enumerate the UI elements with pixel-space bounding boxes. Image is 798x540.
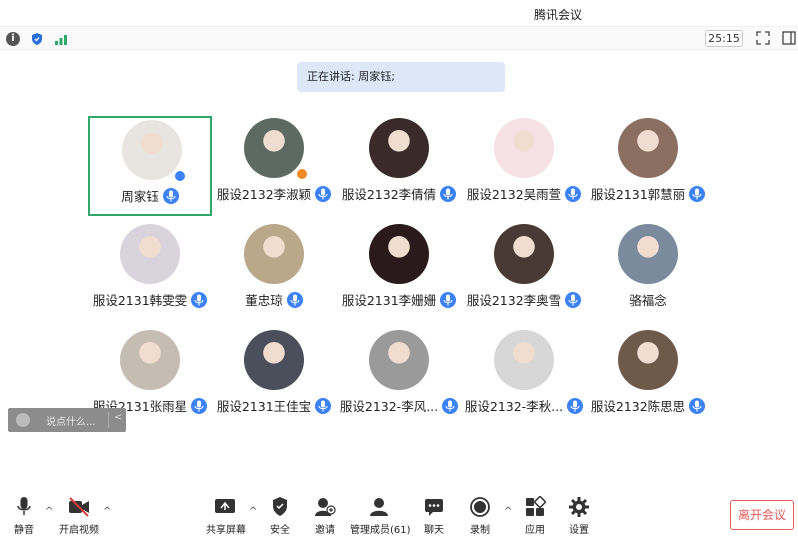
avatar bbox=[120, 224, 180, 284]
info-icon[interactable]: i bbox=[6, 32, 20, 46]
participant-name: 服设2132-李秋... bbox=[464, 399, 564, 414]
chat-button[interactable]: 聊天 bbox=[422, 496, 446, 536]
avatar bbox=[618, 330, 678, 390]
share-label: 共享屏幕 bbox=[206, 525, 246, 536]
participant-name: 周家钰 bbox=[121, 189, 159, 204]
title-bar: 腾讯会议 bbox=[0, 0, 798, 26]
shield-icon bbox=[273, 497, 287, 516]
record-button[interactable]: 录制 bbox=[468, 496, 492, 536]
share-screen-icon bbox=[215, 499, 235, 513]
bottom-toolbar: 静音 ^ 开启视频 ^ 共享屏幕 ^ 安全 邀请 管理成员(61) 聊天 录制 … bbox=[0, 492, 798, 540]
apps-icon bbox=[526, 496, 546, 516]
avatar bbox=[120, 330, 180, 390]
participant-name: 服设2132李奥雪 bbox=[466, 293, 562, 308]
chat-input[interactable]: 说点什么... < bbox=[8, 408, 126, 432]
invite-label: 邀请 bbox=[315, 525, 335, 536]
chevron-left-icon[interactable]: < bbox=[114, 412, 122, 423]
participant-name: 服设2132-李风... bbox=[339, 399, 439, 414]
avatar bbox=[244, 224, 304, 284]
chevron-up-icon[interactable]: ^ bbox=[103, 506, 111, 517]
microphone-icon bbox=[17, 497, 31, 515]
avatar bbox=[122, 120, 182, 180]
meeting-timer: 25:15 bbox=[705, 30, 743, 47]
invite-button[interactable]: 邀请 bbox=[313, 496, 337, 536]
speaking-indicator: 正在讲话: 周家钰; bbox=[297, 62, 505, 92]
avatar bbox=[494, 224, 554, 284]
sidebar-toggle-icon[interactable] bbox=[782, 31, 796, 45]
security-label: 安全 bbox=[270, 525, 290, 536]
start-video-button[interactable]: 开启视频 bbox=[58, 496, 100, 536]
shield-icon[interactable] bbox=[30, 32, 44, 46]
settings-button[interactable]: 设置 bbox=[567, 496, 591, 536]
participant-name-row: 服设2131郭慧丽 bbox=[556, 184, 740, 203]
add-user-icon bbox=[315, 498, 336, 516]
mute-button[interactable]: 静音 bbox=[12, 496, 36, 536]
chat-placeholder: 说点什么... bbox=[46, 417, 96, 428]
participant-name: 服设2131王佳宝 bbox=[216, 399, 312, 414]
participant-tile[interactable]: 服设2132陈思思 bbox=[586, 328, 710, 428]
participant-name: 服设2132吴雨萱 bbox=[466, 187, 562, 202]
fullscreen-icon[interactable] bbox=[756, 31, 770, 45]
window-title: 腾讯会议 bbox=[534, 8, 583, 22]
chevron-up-icon[interactable]: ^ bbox=[504, 506, 512, 517]
leave-meeting-button[interactable]: 离开会议 bbox=[730, 500, 794, 530]
participant-tile[interactable]: 骆福念 bbox=[586, 222, 710, 322]
apps-label: 应用 bbox=[525, 525, 545, 536]
mute-label: 静音 bbox=[14, 525, 34, 536]
members-icon bbox=[370, 498, 388, 516]
members-label: 管理成员(61) bbox=[350, 525, 411, 536]
status-bar: i 25:15 bbox=[0, 26, 798, 50]
emoji-icon[interactable] bbox=[16, 413, 30, 427]
avatar bbox=[244, 118, 304, 178]
participant-name: 服设2131李姗姗 bbox=[341, 293, 437, 308]
participant-name: 服设2132李倩倩 bbox=[341, 187, 437, 202]
avatar bbox=[369, 118, 429, 178]
chat-icon bbox=[425, 499, 443, 516]
video-label: 开启视频 bbox=[59, 525, 99, 536]
participant-name: 董忠琼 bbox=[245, 293, 283, 308]
apps-button[interactable]: 应用 bbox=[523, 496, 547, 536]
participant-name: 服设2131郭慧丽 bbox=[590, 187, 686, 202]
participant-name: 服设2132李淑颖 bbox=[216, 187, 312, 202]
avatar bbox=[369, 330, 429, 390]
share-screen-button[interactable]: 共享屏幕 bbox=[206, 496, 246, 536]
microphone-icon bbox=[689, 185, 706, 202]
participant-name: 服设2131韩雯雯 bbox=[92, 293, 188, 308]
participant-name-row: 骆福念 bbox=[556, 290, 740, 309]
settings-label: 设置 bbox=[569, 525, 589, 536]
chevron-up-icon[interactable]: ^ bbox=[45, 506, 53, 517]
microphone-icon bbox=[286, 291, 303, 308]
avatar bbox=[494, 330, 554, 390]
host-badge-icon bbox=[296, 168, 308, 180]
manage-members-button[interactable]: 管理成员(61) bbox=[350, 496, 411, 536]
avatar bbox=[494, 118, 554, 178]
participant-name: 骆福念 bbox=[629, 293, 667, 308]
microphone-icon bbox=[162, 187, 179, 204]
participant-name: 服设2132陈思思 bbox=[590, 399, 686, 414]
security-button[interactable]: 安全 bbox=[268, 496, 292, 536]
avatar bbox=[618, 118, 678, 178]
record-icon bbox=[470, 497, 490, 517]
chevron-up-icon[interactable]: ^ bbox=[249, 506, 257, 517]
avatar bbox=[244, 330, 304, 390]
chat-label: 聊天 bbox=[424, 525, 444, 536]
record-label: 录制 bbox=[470, 525, 490, 536]
avatar bbox=[618, 224, 678, 284]
divider bbox=[108, 412, 109, 428]
host-badge-icon bbox=[174, 170, 186, 182]
gear-icon bbox=[569, 497, 589, 517]
participant-name-row: 服设2132陈思思 bbox=[556, 396, 740, 415]
signal-icon[interactable] bbox=[54, 32, 68, 46]
microphone-icon bbox=[689, 397, 706, 414]
participant-tile[interactable]: 服设2131郭慧丽 bbox=[586, 116, 710, 216]
camera-off-icon bbox=[69, 497, 89, 517]
avatar bbox=[369, 224, 429, 284]
